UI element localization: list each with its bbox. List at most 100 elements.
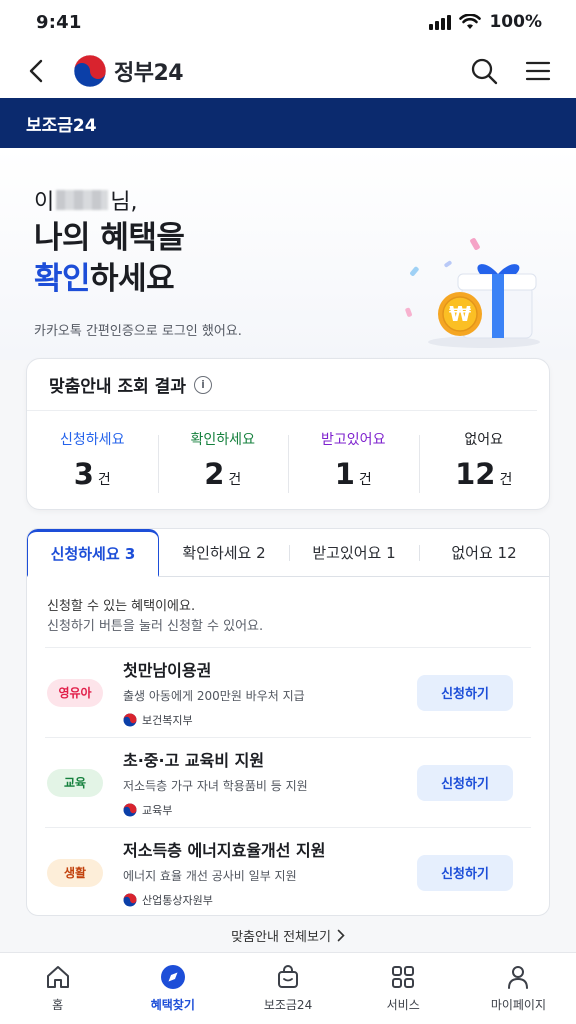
apply-button[interactable]: 신청하기 bbox=[417, 854, 513, 891]
section-banner: 보조금24 bbox=[0, 98, 576, 148]
stat-count: 1 bbox=[334, 457, 355, 491]
gov-emblem-icon bbox=[123, 803, 137, 817]
gov24-logo[interactable]: 정부24 bbox=[72, 53, 184, 89]
nav-label: 홈 bbox=[52, 998, 64, 1012]
stat-label: 없어요 bbox=[464, 432, 504, 448]
banner-title: 보조금24 bbox=[26, 115, 97, 136]
benefit-list-card: 신청하세요 3 확인하세요 2 받고있어요 1 없어요 12 신청할 수 있는 … bbox=[26, 528, 550, 916]
benefit-body: 첫만남이용권 출생 아동에게 200만원 바우처 지급 보건복지부 bbox=[123, 657, 417, 728]
login-notice: 카카오톡 간편인증으로 로그인 했어요. bbox=[34, 324, 242, 339]
stat-check[interactable]: 확인하세요 2건 bbox=[157, 429, 289, 493]
hero-title: 나의 혜택을 확인하세요 bbox=[34, 218, 185, 300]
hero-title-accent: 확인 bbox=[34, 261, 91, 297]
status-time: 9:41 bbox=[36, 11, 82, 33]
app-header: 정부24 bbox=[0, 44, 576, 98]
org-name: 교육부 bbox=[142, 804, 173, 817]
org-name: 보건복지부 bbox=[142, 714, 193, 727]
benefit-item: 교육 초·중·고 교육비 지원 저소득층 가구 자녀 학용품비 등 지원 교육부… bbox=[45, 737, 531, 827]
nav-services[interactable]: 서비스 bbox=[346, 953, 461, 1024]
hamburger-icon bbox=[525, 61, 551, 81]
tab-check[interactable]: 확인하세요 2 bbox=[159, 529, 289, 576]
chevron-left-icon bbox=[29, 59, 43, 83]
result-header: 맞춤안내 조회 결과 i bbox=[27, 359, 537, 411]
status-bar: 9:41 100% bbox=[0, 0, 576, 44]
nav-home[interactable]: 홈 bbox=[0, 953, 115, 1024]
stat-label: 확인하세요 bbox=[190, 432, 255, 448]
stat-label: 신청하세요 bbox=[60, 432, 125, 448]
greeting-suffix: 님, bbox=[110, 190, 138, 215]
list-desc-sub: 신청하기 버튼을 눌러 신청할 수 있어요. bbox=[47, 619, 264, 634]
result-title: 맞춤안내 조회 결과 bbox=[49, 377, 186, 397]
view-all-link[interactable]: 맞춤안내 전체보기 bbox=[0, 922, 576, 948]
category-badge: 생활 bbox=[47, 858, 103, 887]
nav-subsidy24[interactable]: 보조금24 bbox=[230, 953, 345, 1024]
hero-title-rest: 하세요 bbox=[90, 261, 175, 297]
nav-find-benefits[interactable]: 혜택찾기 bbox=[115, 953, 230, 1024]
category-badge: 영유아 bbox=[47, 678, 103, 707]
chevron-right-icon bbox=[337, 929, 345, 941]
benefit-description: 출생 아동에게 200만원 바우처 지급 bbox=[123, 689, 305, 703]
result-stats: 신청하세요 3건 확인하세요 2건 받고있어요 1건 없어요 12 건 bbox=[27, 411, 549, 509]
person-icon bbox=[508, 966, 529, 989]
signal-icon bbox=[429, 14, 452, 30]
bottom-navigation: 홈 혜택찾기 보조금24 서비스 마이페이지 bbox=[0, 952, 576, 1024]
stat-receiving[interactable]: 받고있어요 1건 bbox=[288, 429, 419, 493]
hero-title-line1: 나의 혜택을 bbox=[34, 220, 185, 256]
stat-apply[interactable]: 신청하세요 3건 bbox=[27, 429, 158, 491]
benefit-title[interactable]: 저소득층 에너지효율개선 지원 bbox=[123, 837, 417, 861]
nav-label: 보조금24 bbox=[263, 998, 313, 1012]
search-button[interactable] bbox=[468, 55, 500, 87]
gov-emblem-icon bbox=[123, 893, 137, 907]
stat-count: 12 bbox=[455, 457, 496, 491]
menu-button[interactable] bbox=[522, 55, 554, 87]
stat-unit: 건 bbox=[358, 472, 372, 488]
header-actions bbox=[468, 55, 554, 87]
benefit-tabs: 신청하세요 3 확인하세요 2 받고있어요 1 없어요 12 bbox=[27, 529, 549, 577]
stat-label: 받고있어요 bbox=[321, 432, 386, 448]
result-summary-card: 맞춤안내 조회 결과 i 신청하세요 3건 확인하세요 2건 받고있어요 1건 … bbox=[26, 358, 550, 510]
stat-unit: 건 bbox=[228, 472, 242, 488]
greeting-prefix: 이 bbox=[34, 190, 55, 215]
benefit-title[interactable]: 첫만남이용권 bbox=[123, 657, 417, 681]
stat-unit: 건 bbox=[97, 472, 111, 488]
home-icon bbox=[46, 966, 69, 988]
search-icon bbox=[471, 58, 498, 85]
list-desc-main: 신청할 수 있는 혜택이에요. bbox=[47, 599, 196, 614]
org-name: 산업통상자원부 bbox=[142, 894, 213, 907]
status-indicators: 100% bbox=[429, 12, 542, 32]
bag-icon bbox=[278, 965, 298, 988]
hero-title-line2: 확인하세요 bbox=[34, 259, 184, 300]
tab-none[interactable]: 없어요 12 bbox=[419, 529, 549, 576]
benefit-org: 산업통상자원부 bbox=[123, 892, 417, 908]
stat-none[interactable]: 없어요 12 건 bbox=[418, 429, 550, 493]
nav-label: 마이페이지 bbox=[490, 998, 547, 1012]
benefit-org: 보건복지부 bbox=[123, 712, 417, 728]
gift-illustration: ₩ bbox=[376, 232, 546, 352]
benefit-title[interactable]: 초·중·고 교육비 지원 bbox=[123, 747, 417, 771]
benefit-body: 초·중·고 교육비 지원 저소득층 가구 자녀 학용품비 등 지원 교육부 bbox=[123, 747, 417, 818]
benefit-description: 저소득층 가구 자녀 학용품비 등 지원 bbox=[123, 779, 308, 793]
tab-apply[interactable]: 신청하세요 3 bbox=[27, 529, 159, 577]
view-all-label: 맞춤안내 전체보기 bbox=[231, 929, 331, 945]
masked-user-name bbox=[56, 190, 109, 210]
apply-button[interactable]: 신청하기 bbox=[417, 674, 513, 711]
gov-emblem-icon bbox=[123, 713, 137, 727]
benefit-org: 교육부 bbox=[123, 802, 417, 818]
wifi-icon bbox=[459, 14, 482, 29]
back-button[interactable] bbox=[22, 51, 50, 91]
taegeuk-icon bbox=[73, 54, 107, 88]
list-description: 신청할 수 있는 혜택이에요. 신청하기 버튼을 눌러 신청할 수 있어요. bbox=[27, 577, 549, 647]
nav-mypage[interactable]: 마이페이지 bbox=[461, 953, 576, 1024]
tab-receiving[interactable]: 받고있어요 1 bbox=[289, 529, 419, 576]
svg-text:₩: ₩ bbox=[449, 302, 471, 326]
benefit-body: 저소득층 에너지효율개선 지원 에너지 효율 개선 공사비 일부 지원 산업통상… bbox=[123, 837, 417, 908]
stat-count: 2 bbox=[204, 457, 225, 491]
grid-icon bbox=[392, 966, 415, 988]
gift-box-icon: ₩ bbox=[405, 238, 540, 348]
benefit-item: 생활 저소득층 에너지효율개선 지원 에너지 효율 개선 공사비 일부 지원 산… bbox=[45, 827, 531, 915]
nav-label: 혜택찾기 bbox=[150, 998, 195, 1012]
compass-icon bbox=[160, 965, 185, 989]
apply-button[interactable]: 신청하기 bbox=[417, 764, 513, 801]
info-icon[interactable]: i bbox=[193, 375, 212, 394]
benefit-item: 영유아 첫만남이용권 출생 아동에게 200만원 바우처 지급 보건복지부 신청… bbox=[45, 647, 531, 737]
